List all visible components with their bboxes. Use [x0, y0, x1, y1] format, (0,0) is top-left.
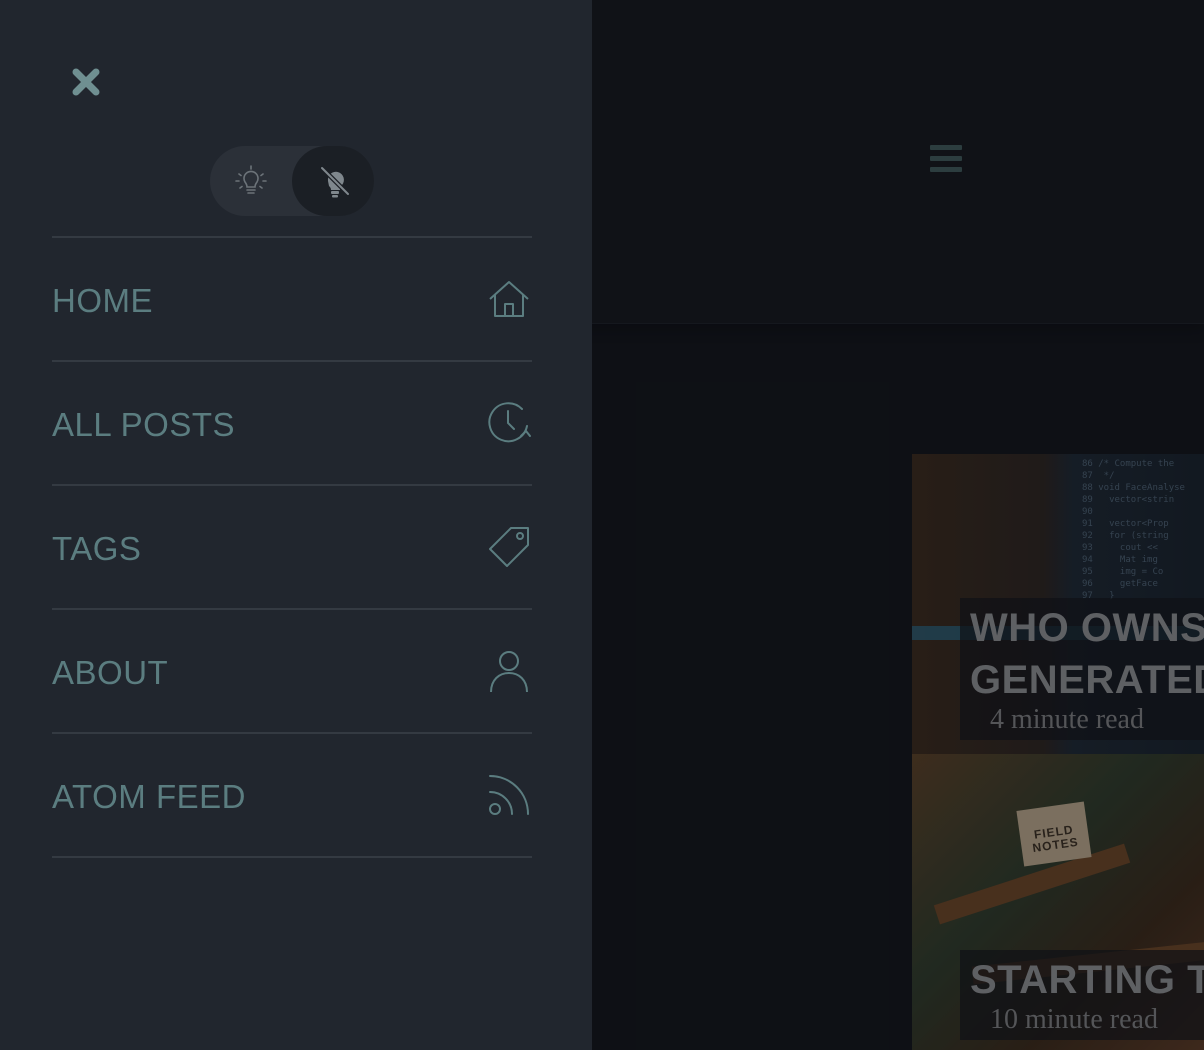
theme-toggle[interactable] [210, 146, 374, 216]
home-icon[interactable] [486, 276, 532, 322]
post-card-label: WHO OWNS GENERATED 4 minute read [960, 598, 1204, 740]
side-drawer: HOME ALL POSTS TAGS ABOUT ATOM FEED [0, 0, 592, 1050]
rss-icon[interactable] [486, 772, 532, 818]
nav-item-all-posts[interactable]: ALL POSTS [52, 362, 532, 486]
field-notes-logo: FIELD NOTES [1016, 801, 1092, 867]
nav-item-label[interactable]: ATOM FEED [52, 778, 246, 816]
post-card-label: STARTING TI 10 minute read [960, 950, 1204, 1040]
nav-item-label[interactable]: ABOUT [52, 654, 168, 692]
post-card[interactable]: FIELD NOTES STARTING TI 10 minute read [912, 754, 1204, 1050]
nav-item-label[interactable]: HOME [52, 282, 153, 320]
post-read-time: 10 minute read [990, 1004, 1158, 1035]
lightbulb-icon[interactable] [230, 160, 272, 202]
nav-item-home[interactable]: HOME [52, 238, 532, 362]
lightbulb-off-icon[interactable] [314, 160, 356, 202]
nav-item-about[interactable]: ABOUT [52, 610, 532, 734]
post-card[interactable]: 86 /* Compute the 87 */ 88 void FaceAnal… [912, 454, 1204, 754]
nav-item-atom-feed[interactable]: ATOM FEED [52, 734, 532, 858]
clock-icon[interactable] [486, 400, 532, 446]
user-icon[interactable] [486, 648, 532, 694]
nav-item-label[interactable]: TAGS [52, 530, 141, 568]
nav-item-tags[interactable]: TAGS [52, 486, 532, 610]
drawer-nav: HOME ALL POSTS TAGS ABOUT ATOM FEED [52, 236, 532, 858]
post-read-time: 4 minute read [990, 704, 1144, 735]
post-title[interactable]: GENERATED [970, 654, 1204, 706]
post-title[interactable]: WHO OWNS [970, 602, 1204, 654]
code-image-texture: 86 /* Compute the 87 */ 88 void FaceAnal… [1082, 459, 1185, 601]
tag-icon[interactable] [486, 524, 532, 570]
hamburger-icon[interactable] [930, 145, 964, 175]
close-icon[interactable] [66, 62, 106, 102]
nav-item-label[interactable]: ALL POSTS [52, 406, 235, 444]
post-title[interactable]: STARTING TI [970, 954, 1204, 1006]
